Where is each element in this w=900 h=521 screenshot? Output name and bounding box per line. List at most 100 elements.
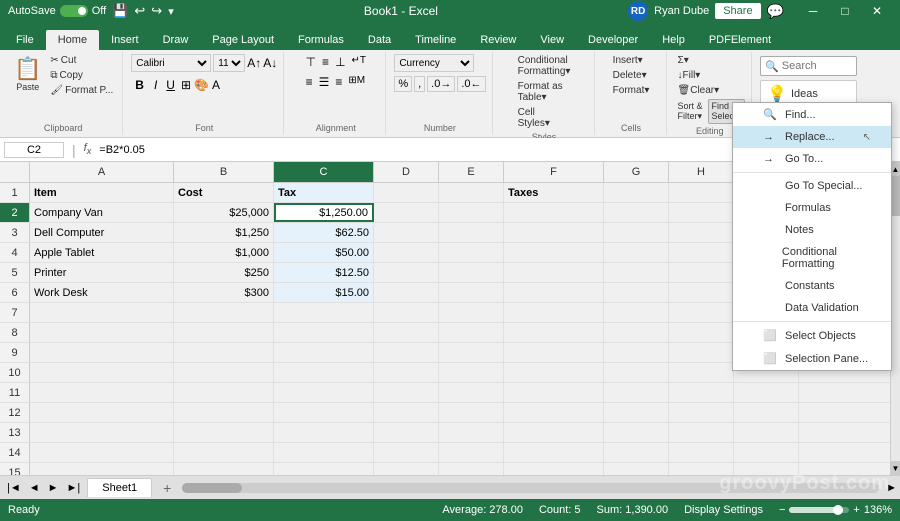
font-color-icon[interactable]: A: [212, 78, 220, 92]
more-quick-access-icon[interactable]: ▾: [168, 5, 174, 18]
align-bottom-icon[interactable]: ⊥: [333, 54, 347, 70]
cell-f4[interactable]: [504, 243, 604, 262]
clear-button[interactable]: 🗑Clear▾: [675, 84, 723, 97]
cell-f3[interactable]: [504, 223, 604, 242]
cell-a3[interactable]: Dell Computer: [30, 223, 174, 242]
tab-pdfelement[interactable]: PDFElement: [697, 30, 783, 50]
col-header-d[interactable]: D: [374, 162, 439, 182]
zoom-slider[interactable]: [789, 507, 849, 513]
sheet-nav-last[interactable]: ►|: [64, 481, 84, 495]
cell-f6[interactable]: [504, 283, 604, 302]
data-validation-menu-item[interactable]: Data Validation: [733, 297, 891, 319]
autosave-toggle[interactable]: [60, 5, 88, 17]
cell-e6[interactable]: [439, 283, 504, 302]
cell-g5[interactable]: [604, 263, 669, 282]
tab-insert[interactable]: Insert: [99, 30, 151, 50]
col-header-c[interactable]: C: [274, 162, 374, 182]
cut-button[interactable]: ✂Cut: [47, 54, 116, 67]
cell-h6[interactable]: [669, 283, 734, 302]
cell-e5[interactable]: [439, 263, 504, 282]
sheet-nav-first[interactable]: |◄: [4, 481, 24, 495]
align-center-icon[interactable]: ☰: [317, 74, 332, 90]
cell-f5[interactable]: [504, 263, 604, 282]
tab-help[interactable]: Help: [650, 30, 697, 50]
decrease-decimal-icon[interactable]: .0←: [457, 76, 485, 92]
conditional-formatting-menu-item[interactable]: Conditional Formatting: [733, 241, 891, 275]
wrap-text-icon[interactable]: ↵T: [350, 54, 369, 70]
goto-special-menu-item[interactable]: Go To Special...: [733, 175, 891, 197]
formulas-menu-item[interactable]: Formulas: [733, 197, 891, 219]
fill-color-icon[interactable]: 🎨: [194, 78, 209, 92]
cell-a1[interactable]: Item: [30, 183, 174, 202]
cell-h2[interactable]: [669, 203, 734, 222]
align-right-icon[interactable]: ≡: [333, 74, 344, 90]
font-family-select[interactable]: Calibri: [131, 54, 211, 72]
sheet-nav-prev[interactable]: ◄: [26, 481, 43, 495]
align-top-icon[interactable]: ⊤: [304, 54, 318, 70]
find-menu-item[interactable]: 🔍 Find...: [733, 103, 891, 126]
goto-menu-item[interactable]: → Go To...: [733, 148, 891, 170]
notes-menu-item[interactable]: Notes: [733, 219, 891, 241]
save-icon[interactable]: 💾: [112, 3, 128, 19]
conditional-formatting-button[interactable]: ConditionalFormatting▾: [515, 54, 574, 78]
close-button[interactable]: ✕: [862, 0, 892, 22]
italic-button[interactable]: I: [151, 77, 160, 93]
cell-c1[interactable]: Tax: [274, 183, 374, 202]
delete-button[interactable]: Delete▾: [610, 69, 650, 82]
cell-e3[interactable]: [439, 223, 504, 242]
cell-d3[interactable]: [374, 223, 439, 242]
cell-d4[interactable]: [374, 243, 439, 262]
add-sheet-button[interactable]: +: [156, 479, 178, 497]
undo-icon[interactable]: ↩: [134, 3, 145, 19]
share-button[interactable]: Share: [715, 3, 760, 19]
font-grow-icon[interactable]: A↑: [247, 56, 261, 70]
minimize-button[interactable]: ─: [798, 0, 828, 22]
copy-button[interactable]: ⧉Copy: [47, 69, 116, 82]
col-header-b[interactable]: B: [174, 162, 274, 182]
cell-a5[interactable]: Printer: [30, 263, 174, 282]
cell-b6[interactable]: $300: [174, 283, 274, 302]
format-as-table-button[interactable]: Format asTable▾: [515, 80, 566, 104]
comma-icon[interactable]: ,: [414, 76, 425, 92]
percent-icon[interactable]: %: [394, 76, 412, 92]
font-shrink-icon[interactable]: A↓: [263, 56, 277, 70]
border-icon[interactable]: ⊞: [181, 78, 191, 92]
cell-b2[interactable]: $25,000: [174, 203, 274, 222]
tab-timeline[interactable]: Timeline: [403, 30, 468, 50]
sheet-tab-sheet1[interactable]: Sheet1: [87, 478, 152, 497]
cell-a2[interactable]: Company Van: [30, 203, 174, 222]
tab-page-layout[interactable]: Page Layout: [200, 30, 286, 50]
scroll-down-button[interactable]: ▼: [891, 461, 900, 475]
cell-d2[interactable]: [374, 203, 439, 222]
cell-reference-box[interactable]: [4, 142, 64, 158]
underline-button[interactable]: U: [163, 77, 178, 93]
align-middle-icon[interactable]: ≡: [320, 54, 331, 70]
tab-draw[interactable]: Draw: [151, 30, 201, 50]
col-header-g[interactable]: G: [604, 162, 669, 182]
tab-home[interactable]: Home: [46, 30, 99, 50]
tab-view[interactable]: View: [528, 30, 576, 50]
cell-a6[interactable]: Work Desk: [30, 283, 174, 302]
cell-e4[interactable]: [439, 243, 504, 262]
tab-developer[interactable]: Developer: [576, 30, 650, 50]
tab-data[interactable]: Data: [356, 30, 403, 50]
cell-d5[interactable]: [374, 263, 439, 282]
col-header-e[interactable]: E: [439, 162, 504, 182]
maximize-button[interactable]: □: [830, 0, 860, 22]
merge-cells-icon[interactable]: ⊞M: [346, 74, 367, 90]
redo-icon[interactable]: ↪: [151, 3, 162, 19]
cell-g3[interactable]: [604, 223, 669, 242]
cell-f1[interactable]: Taxes: [504, 183, 604, 202]
increase-decimal-icon[interactable]: .0→: [427, 76, 455, 92]
format-button[interactable]: Format▾: [610, 84, 653, 97]
selection-pane-menu-item[interactable]: ⬜ Selection Pane...: [733, 347, 891, 370]
row-num-6[interactable]: 6: [0, 283, 30, 302]
tab-review[interactable]: Review: [468, 30, 528, 50]
sheet-nav-next[interactable]: ►: [45, 481, 62, 495]
zoom-out-button[interactable]: −: [779, 504, 785, 516]
cell-g4[interactable]: [604, 243, 669, 262]
replace-menu-item[interactable]: → Replace... ↖: [733, 126, 891, 148]
sort-filter-button[interactable]: Sort &Filter▾: [675, 99, 706, 124]
insert-button[interactable]: Insert▾: [610, 54, 646, 67]
cell-b4[interactable]: $1,000: [174, 243, 274, 262]
